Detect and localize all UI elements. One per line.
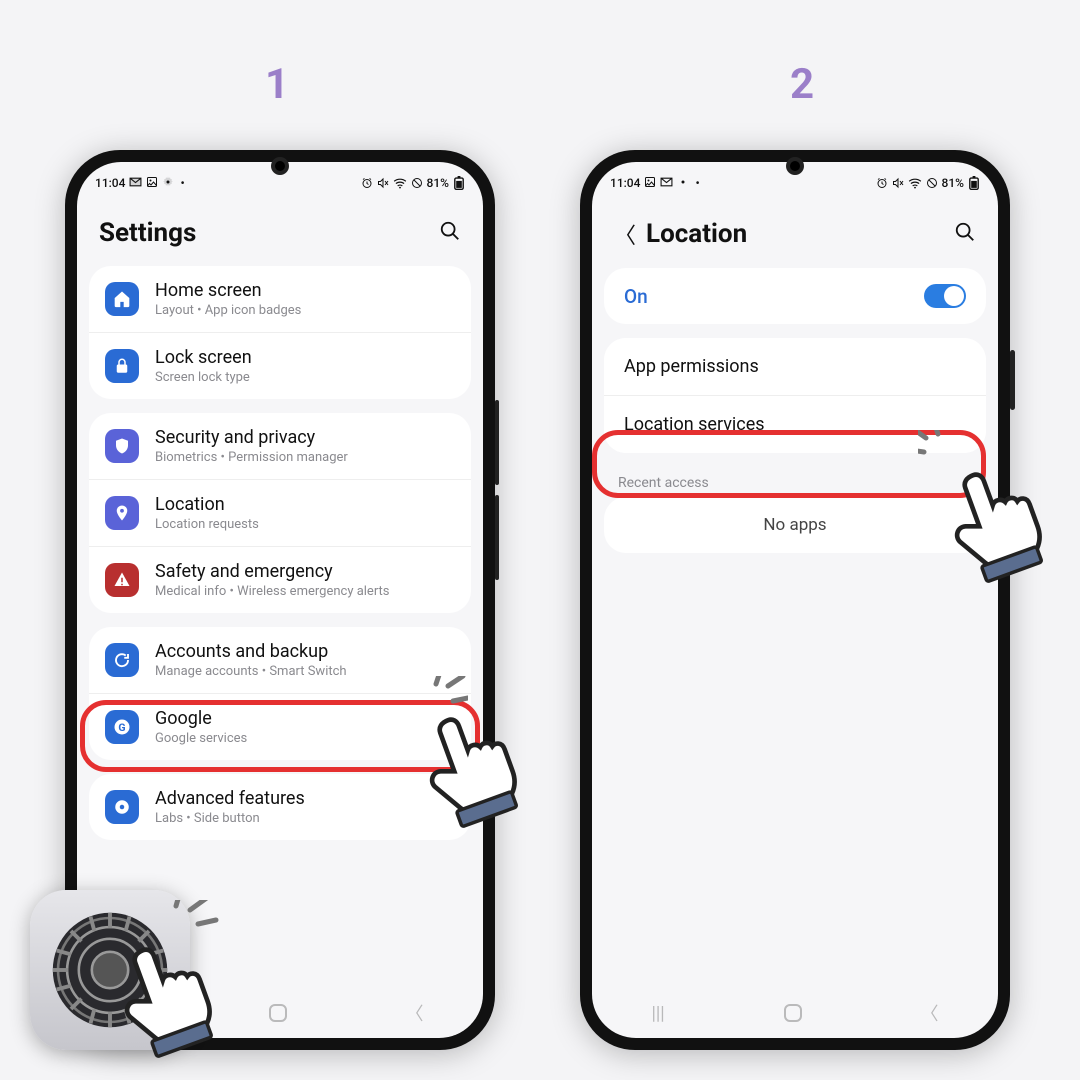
search-icon[interactable] <box>954 221 976 247</box>
row-title: Lock screen <box>155 347 252 368</box>
front-camera <box>271 157 289 175</box>
toggle-label: On <box>624 285 648 308</box>
back-icon[interactable]: 〈 <box>614 218 636 250</box>
pin-icon <box>105 496 139 530</box>
nav-bar: ||| 〈 <box>592 988 998 1038</box>
home-icon <box>105 282 139 316</box>
adv-icon <box>105 790 139 824</box>
status-time: 11:04 <box>610 176 640 190</box>
row-subtitle: Google services <box>155 731 247 746</box>
row-subtitle: Biometrics • Permission manager <box>155 450 348 465</box>
no-apps-card: No apps <box>604 497 986 553</box>
pointer-hand-icon <box>405 690 545 834</box>
page-title: Settings <box>99 218 196 248</box>
settings-row-safety-and-emergency[interactable]: Safety and emergency Medical info • Wirel… <box>89 546 471 613</box>
settings-row-home-screen[interactable]: Home screen Layout • App icon badges <box>89 266 471 332</box>
row-title: Advanced features <box>155 788 305 809</box>
g-icon: G <box>105 710 139 744</box>
settings-header: Settings <box>77 200 483 266</box>
battery-icon <box>453 176 465 190</box>
row-title: Safety and emergency <box>155 561 390 582</box>
row-title: Home screen <box>155 280 301 301</box>
battery-pct: 81% <box>427 176 449 190</box>
settings-row-location[interactable]: Location Location requests <box>89 479 471 546</box>
settings-row-lock-screen[interactable]: Lock screen Screen lock type <box>89 332 471 399</box>
search-icon[interactable] <box>439 220 461 246</box>
status-time: 11:04 <box>95 176 125 190</box>
battery-icon <box>968 176 980 190</box>
settings-card: Security and privacy Biometrics • Permiss… <box>89 413 471 613</box>
row-subtitle: Location requests <box>155 517 259 532</box>
row-title: Security and privacy <box>155 427 348 448</box>
phone-frame-2: 11:04 • 81% 〈 Location <box>580 150 1010 1050</box>
sync-icon <box>105 643 139 677</box>
pointer-hand-icon <box>100 920 240 1064</box>
nav-back[interactable]: 〈 <box>406 1000 424 1026</box>
image-icon <box>146 176 158 191</box>
wifi-icon <box>908 177 922 189</box>
row-subtitle: Manage accounts • Smart Switch <box>155 664 347 679</box>
settings-glyph-icon <box>677 176 689 191</box>
settings-glyph-icon <box>162 176 174 191</box>
no-data-icon <box>926 177 938 189</box>
row-title: Google <box>155 708 247 729</box>
row-subtitle: Layout • App icon badges <box>155 303 301 318</box>
nav-home[interactable] <box>269 1004 287 1022</box>
image-icon <box>644 176 656 191</box>
settings-card: Home screen Layout • App icon badges Lock … <box>89 266 471 399</box>
step-number-2: 2 <box>790 60 814 109</box>
gmail-icon <box>129 176 142 190</box>
location-header: 〈 Location <box>592 200 998 268</box>
nav-home[interactable] <box>784 1004 802 1022</box>
lock-icon <box>105 349 139 383</box>
battery-pct: 81% <box>942 176 964 190</box>
row-title: Location <box>155 494 259 515</box>
nav-back[interactable]: 〈 <box>921 1000 939 1026</box>
shield-icon <box>105 429 139 463</box>
settings-row-security-and-privacy[interactable]: Security and privacy Biometrics • Permiss… <box>89 413 471 479</box>
row-title: Accounts and backup <box>155 641 347 662</box>
mute-icon <box>892 177 904 189</box>
wifi-icon <box>393 177 407 189</box>
no-data-icon <box>411 177 423 189</box>
row-subtitle: Labs • Side button <box>155 811 305 826</box>
nav-recents[interactable]: ||| <box>651 1003 664 1024</box>
front-camera <box>786 157 804 175</box>
toggle-switch[interactable] <box>924 284 966 308</box>
gmail-icon <box>660 176 673 190</box>
alarm-icon <box>876 177 888 189</box>
page-title: Location <box>646 219 747 249</box>
mute-icon <box>377 177 389 189</box>
pointer-hand-icon <box>930 445 1070 589</box>
row-subtitle: Screen lock type <box>155 370 252 385</box>
row-subtitle: Medical info • Wireless emergency alerts <box>155 584 390 599</box>
location-toggle-row[interactable]: On <box>604 268 986 324</box>
svg-text:G: G <box>118 721 125 734</box>
step-number-1: 1 <box>265 60 289 109</box>
app-permissions-row[interactable]: App permissions <box>604 338 986 395</box>
alarm-icon <box>361 177 373 189</box>
alert-icon <box>105 563 139 597</box>
